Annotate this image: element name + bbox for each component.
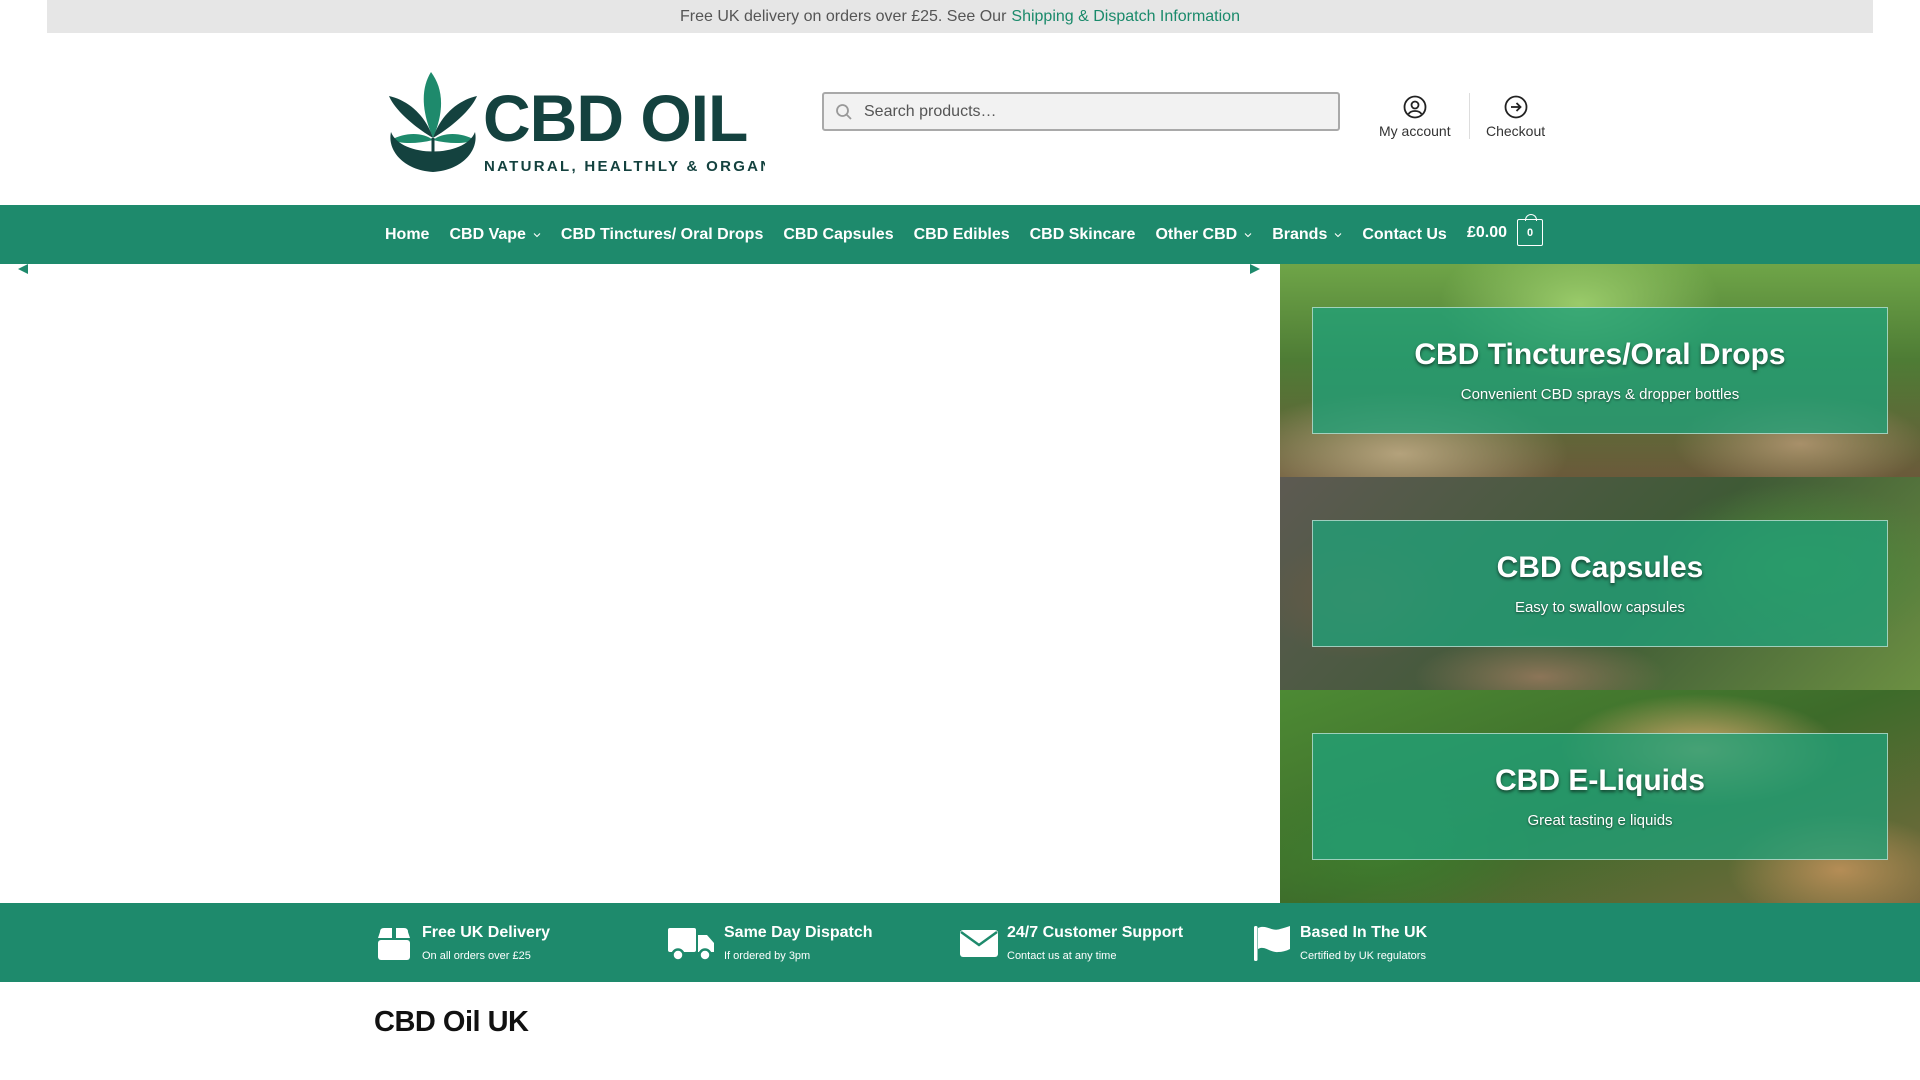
feature-same-day-dispatch: Same Day Dispatch If ordered by 3pm	[666, 903, 873, 982]
page-title: CBD Oil UK	[374, 1006, 529, 1038]
box-icon	[374, 923, 414, 963]
logo-wordmark: CBD OIL	[483, 81, 747, 155]
nav-item-label: Other CBD	[1155, 225, 1238, 243]
flag-icon	[1252, 923, 1292, 963]
nav-item-brands[interactable]: Brands	[1262, 226, 1352, 244]
nav-item-label: CBD Tinctures/ Oral Drops	[560, 225, 764, 243]
shipping-info-link[interactable]: Shipping & Dispatch Information	[1011, 8, 1240, 26]
nav-item-home[interactable]: Home	[375, 226, 439, 244]
category-panel-subtitle: Convenient CBD sprays & dropper bottles	[1460, 386, 1740, 403]
cart-total: £0.00	[1467, 223, 1508, 241]
category-panel-e-liquids[interactable]: CBD E-Liquids Great tasting e liquids	[1280, 690, 1920, 904]
category-panel-tinctures[interactable]: CBD Tinctures/Oral Drops Convenient CBD …	[1280, 264, 1920, 477]
announcement-text: Free UK delivery on orders over £25. See…	[680, 7, 1007, 25]
nav-item-label: CBD Skincare	[1029, 225, 1136, 243]
category-panel-subtitle: Great tasting e liquids	[1527, 812, 1673, 829]
truck-icon	[666, 923, 716, 963]
feature-subtitle: On all orders over £25	[422, 949, 531, 962]
category-panel-overlay: CBD E-Liquids Great tasting e liquids	[1312, 733, 1888, 860]
nav-item-cbd-edibles[interactable]: CBD Edibles	[904, 226, 1020, 244]
nav-item-other-cbd[interactable]: Other CBD	[1145, 226, 1262, 244]
category-panel-capsules[interactable]: CBD Capsules Easy to swallow capsules	[1280, 477, 1920, 690]
main-navigation: Home CBD Vape CBD Tinctures/ Oral Drops …	[0, 205, 1920, 264]
logo-tagline: NATURAL, HEALTHLY & ORGANIC	[484, 158, 765, 175]
arrow-circle-icon	[1504, 95, 1527, 119]
category-panel-title: CBD E-Liquids	[1495, 764, 1705, 797]
chevron-down-icon	[533, 232, 541, 237]
checkout-link[interactable]: Checkout	[1486, 95, 1545, 139]
slider-next-icon[interactable]	[1250, 264, 1260, 274]
category-panel-title: CBD Tinctures/Oral Drops	[1414, 338, 1786, 371]
slider-prev-icon[interactable]	[18, 264, 28, 274]
chevron-down-icon	[1334, 232, 1342, 237]
nav-item-cbd-skincare[interactable]: CBD Skincare	[1020, 226, 1146, 244]
nav-item-contact-us[interactable]: Contact Us	[1352, 226, 1456, 244]
checkout-label: Checkout	[1486, 123, 1546, 139]
nav-item-label: CBD Vape	[449, 225, 526, 243]
features-strip: Free UK Delivery On all orders over £25 …	[0, 903, 1920, 982]
product-search	[822, 92, 1340, 131]
nav-item-label: CBD Capsules	[783, 225, 894, 243]
nav-item-label: CBD Edibles	[913, 225, 1010, 243]
feature-based-in-uk: Based In The UK Certified by UK regulato…	[1252, 903, 1427, 982]
header-divider	[1469, 93, 1470, 139]
feature-free-delivery: Free UK Delivery On all orders over £25	[374, 903, 550, 982]
feature-title: Free UK Delivery	[422, 923, 551, 941]
nav-item-cbd-vape[interactable]: CBD Vape	[439, 226, 550, 244]
my-account-link[interactable]: My account	[1379, 95, 1451, 139]
hero-slider	[0, 264, 1280, 903]
category-panel-overlay: CBD Tinctures/Oral Drops Convenient CBD …	[1312, 307, 1888, 434]
cart-count-badge: 0	[1517, 214, 1544, 246]
category-panel-subtitle: Easy to swallow capsules	[1514, 599, 1686, 616]
envelope-icon	[959, 923, 999, 963]
category-panel-title: CBD Capsules	[1496, 551, 1704, 584]
search-input[interactable]	[864, 102, 1304, 121]
cart-button[interactable]: £0.00 0	[1467, 214, 1544, 246]
feature-subtitle: Certified by UK regulators	[1300, 949, 1426, 962]
feature-subtitle: Contact us at any time	[1007, 949, 1117, 962]
nav-item-cbd-tinctures[interactable]: CBD Tinctures/ Oral Drops	[551, 226, 773, 244]
site-header: CBD OIL NATURAL, HEALTHLY & ORGANIC My a…	[0, 33, 1920, 205]
category-panel-overlay: CBD Capsules Easy to swallow capsules	[1312, 520, 1888, 647]
nav-item-label: Home	[385, 225, 430, 243]
feature-title: Based In The UK	[1300, 923, 1428, 941]
user-circle-icon	[1403, 95, 1427, 119]
my-account-label: My account	[1379, 123, 1451, 139]
announcement-bar: Free UK delivery on orders over £25. See…	[47, 0, 1873, 33]
nav-item-label: Brands	[1272, 225, 1328, 243]
cannabis-leaf-icon	[389, 72, 477, 172]
nav-item-label: Contact Us	[1362, 225, 1447, 243]
nav-item-cbd-capsules[interactable]: CBD Capsules	[773, 226, 903, 244]
feature-title: Same Day Dispatch	[724, 923, 873, 941]
chevron-down-icon	[1244, 232, 1252, 237]
feature-title: 24/7 Customer Support	[1007, 923, 1184, 941]
search-icon[interactable]	[824, 94, 864, 129]
feature-customer-support: 24/7 Customer Support Contact us at any …	[959, 903, 1183, 982]
feature-subtitle: If ordered by 3pm	[724, 949, 811, 962]
site-logo[interactable]: CBD OIL NATURAL, HEALTHLY & ORGANIC	[383, 68, 765, 178]
